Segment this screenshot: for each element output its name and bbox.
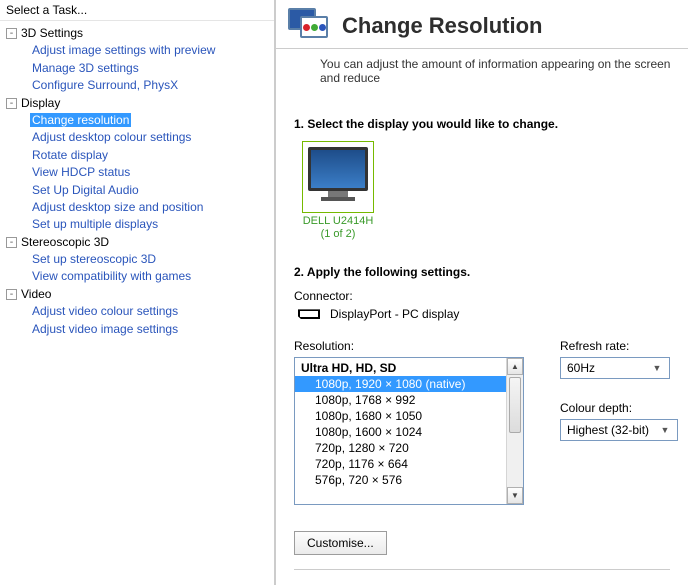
- page-title: Change Resolution: [342, 13, 542, 39]
- tree-link[interactable]: Change resolution: [30, 113, 131, 127]
- displayport-icon: [298, 309, 320, 319]
- tree-link[interactable]: Adjust image settings with preview: [30, 43, 217, 57]
- display-index: (1 of 2): [302, 228, 374, 241]
- tree-group-label: Stereoscopic 3D: [21, 235, 109, 249]
- tree-link[interactable]: Set up stereoscopic 3D: [30, 252, 158, 266]
- resolution-label: Resolution:: [294, 339, 524, 353]
- tree-link[interactable]: Rotate display: [30, 148, 110, 162]
- tree-group-label: 3D Settings: [21, 26, 83, 40]
- colour-depth-label: Colour depth:: [560, 401, 678, 415]
- task-sidebar: Select a Task... -3D SettingsAdjust imag…: [0, 0, 276, 585]
- scroll-up-arrow-icon[interactable]: ▲: [507, 358, 523, 375]
- step-2-heading: 2. Apply the following settings.: [294, 265, 670, 279]
- display-thumbnail[interactable]: DELL U2414H (1 of 2): [302, 141, 374, 241]
- monitor-icon: [308, 147, 368, 191]
- tree-collapse-icon[interactable]: -: [6, 237, 17, 248]
- tree-link[interactable]: Manage 3D settings: [30, 61, 141, 75]
- resolution-item[interactable]: 720p, 1176 × 664: [295, 456, 506, 472]
- resolution-listbox[interactable]: Ultra HD, HD, SD 1080p, 1920 × 1080 (nat…: [294, 357, 524, 505]
- tree-link[interactable]: View HDCP status: [30, 165, 132, 179]
- task-tree: -3D SettingsAdjust image settings with p…: [0, 21, 274, 585]
- scroll-down-arrow-icon[interactable]: ▼: [507, 487, 523, 504]
- tree-group-label: Display: [21, 96, 60, 110]
- listbox-scrollbar[interactable]: ▲ ▼: [506, 358, 523, 504]
- page-description: You can adjust the amount of information…: [276, 49, 688, 95]
- colour-depth-dropdown[interactable]: Highest (32-bit) ▼: [560, 419, 678, 441]
- tree-link[interactable]: View compatibility with games: [30, 269, 193, 283]
- connector-value: DisplayPort - PC display: [330, 307, 459, 321]
- tree-collapse-icon[interactable]: -: [6, 28, 17, 39]
- main-panel: Change Resolution You can adjust the amo…: [276, 0, 688, 585]
- resolution-item[interactable]: 720p, 1280 × 720: [295, 440, 506, 456]
- step-1-heading: 1. Select the display you would like to …: [294, 117, 670, 131]
- tree-link[interactable]: Adjust desktop size and position: [30, 200, 205, 214]
- resolution-item[interactable]: 1080p, 1920 × 1080 (native): [295, 376, 506, 392]
- tree-link[interactable]: Adjust video colour settings: [30, 304, 180, 318]
- tree-link[interactable]: Adjust video image settings: [30, 322, 180, 336]
- tree-link[interactable]: Set up multiple displays: [30, 217, 160, 231]
- tree-group-label: Video: [21, 287, 51, 301]
- display-name: DELL U2414H: [302, 215, 374, 228]
- resolution-item[interactable]: 1080p, 1600 × 1024: [295, 424, 506, 440]
- resolution-item[interactable]: 576p, 720 × 576: [295, 472, 506, 488]
- refresh-rate-label: Refresh rate:: [560, 339, 678, 353]
- tree-link[interactable]: Set Up Digital Audio: [30, 183, 141, 197]
- scroll-thumb[interactable]: [509, 377, 521, 433]
- resolution-item[interactable]: 1080p, 1680 × 1050: [295, 408, 506, 424]
- chevron-down-icon: ▼: [649, 363, 665, 373]
- tree-link[interactable]: Configure Surround, PhysX: [30, 78, 180, 92]
- sidebar-header: Select a Task...: [0, 0, 274, 21]
- connector-label: Connector:: [294, 289, 670, 303]
- resolution-group: Ultra HD, HD, SD: [295, 360, 506, 376]
- monitors-icon: [288, 8, 330, 44]
- customise-button[interactable]: Customise...: [294, 531, 387, 555]
- tree-collapse-icon[interactable]: -: [6, 98, 17, 109]
- chevron-down-icon: ▼: [657, 425, 673, 435]
- resolution-item[interactable]: 1080p, 1768 × 992: [295, 392, 506, 408]
- refresh-rate-dropdown[interactable]: 60Hz ▼: [560, 357, 670, 379]
- colour-depth-value: Highest (32-bit): [567, 423, 649, 437]
- tree-link[interactable]: Adjust desktop colour settings: [30, 130, 193, 144]
- tree-collapse-icon[interactable]: -: [6, 289, 17, 300]
- refresh-rate-value: 60Hz: [567, 361, 595, 375]
